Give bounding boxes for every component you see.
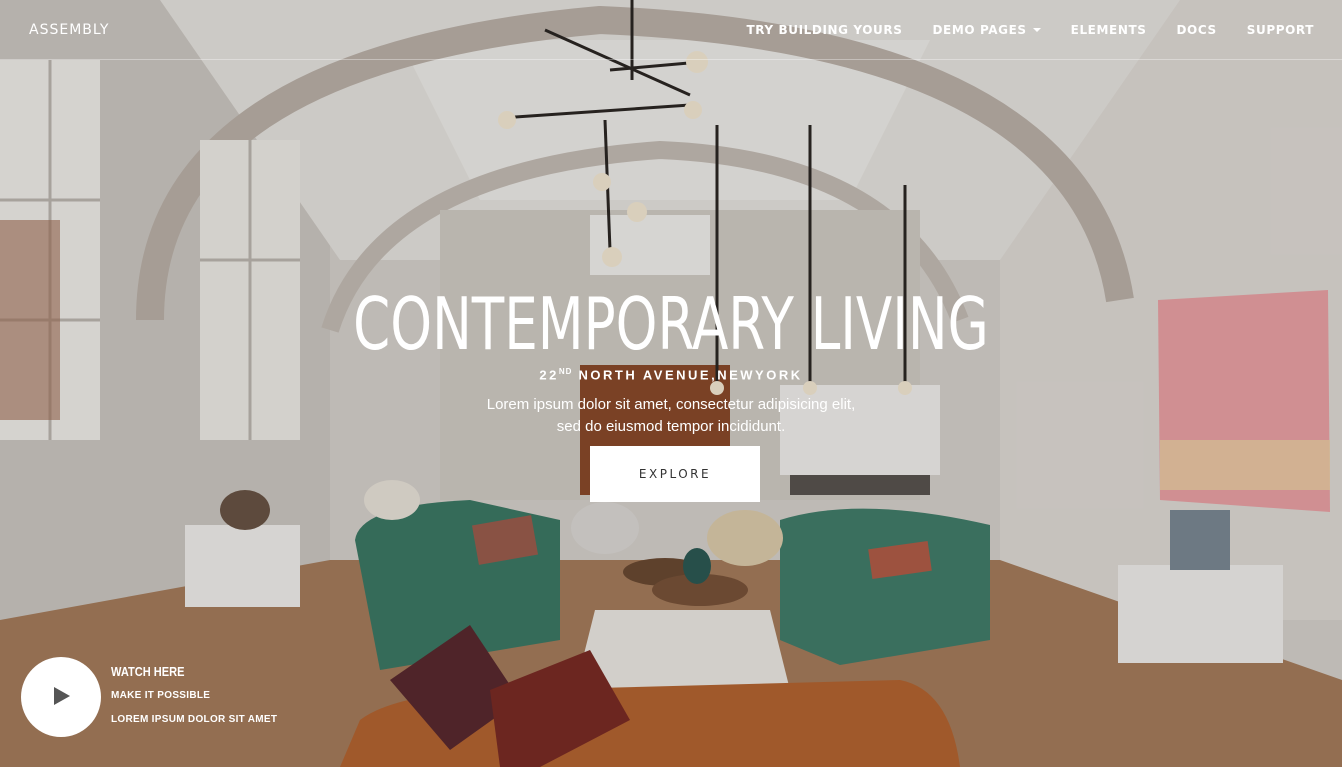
watch-title: WATCH HERE <box>111 664 185 679</box>
nav-item-label: TRY BUILDING YOURS <box>746 23 903 37</box>
nav-item-elements[interactable]: ELEMENTS <box>1071 23 1147 37</box>
nav-item-support[interactable]: SUPPORT <box>1247 23 1314 37</box>
hero-title: CONTEMPORARY LIVING <box>353 282 989 366</box>
watch-line-2: LOREM IPSUM DOLOR SIT AMET <box>111 714 278 725</box>
nav-item-try-building-yours[interactable]: TRY BUILDING YOURS <box>746 23 902 37</box>
nav-item-label: SUPPORT <box>1246 23 1314 37</box>
hero-subtitle: 22ND NORTH AVENUE,NEWYORK <box>0 367 1342 382</box>
nav-item-label: ELEMENTS <box>1070 23 1147 37</box>
subtitle-ordinal: ND <box>558 367 573 376</box>
lead-line-2: sed do eiusmod tempor incididunt. <box>556 418 786 435</box>
explore-button[interactable]: EXPLORE <box>590 446 760 502</box>
lead-line-1: Lorem ipsum dolor sit amet, consectetur … <box>486 396 856 413</box>
subtitle-address: NORTH AVENUE,NEWYORK <box>572 367 803 383</box>
main-menu: TRY BUILDING YOURS DEMO PAGES ELEMENTS D… <box>746 23 1314 37</box>
caret-down-icon <box>1032 28 1041 32</box>
subtitle-number: 22 <box>539 367 559 383</box>
play-icon <box>54 687 70 705</box>
nav-item-demo-pages[interactable]: DEMO PAGES <box>932 23 1041 37</box>
top-navigation-bar: ASSEMBLY TRY BUILDING YOURS DEMO PAGES E… <box>0 0 1342 60</box>
nav-item-label: DEMO PAGES <box>932 23 1027 37</box>
site-logo[interactable]: ASSEMBLY <box>29 22 109 38</box>
nav-item-docs[interactable]: DOCS <box>1177 23 1217 37</box>
watch-line-1: MAKE IT POSSIBLE <box>111 690 211 701</box>
play-video-button[interactable] <box>21 657 101 737</box>
hero-lead-text: Lorem ipsum dolor sit amet, consectetur … <box>0 394 1342 438</box>
nav-item-label: DOCS <box>1176 23 1217 37</box>
hero-overlay <box>0 0 1342 767</box>
hero-section: ASSEMBLY TRY BUILDING YOURS DEMO PAGES E… <box>0 0 1342 767</box>
